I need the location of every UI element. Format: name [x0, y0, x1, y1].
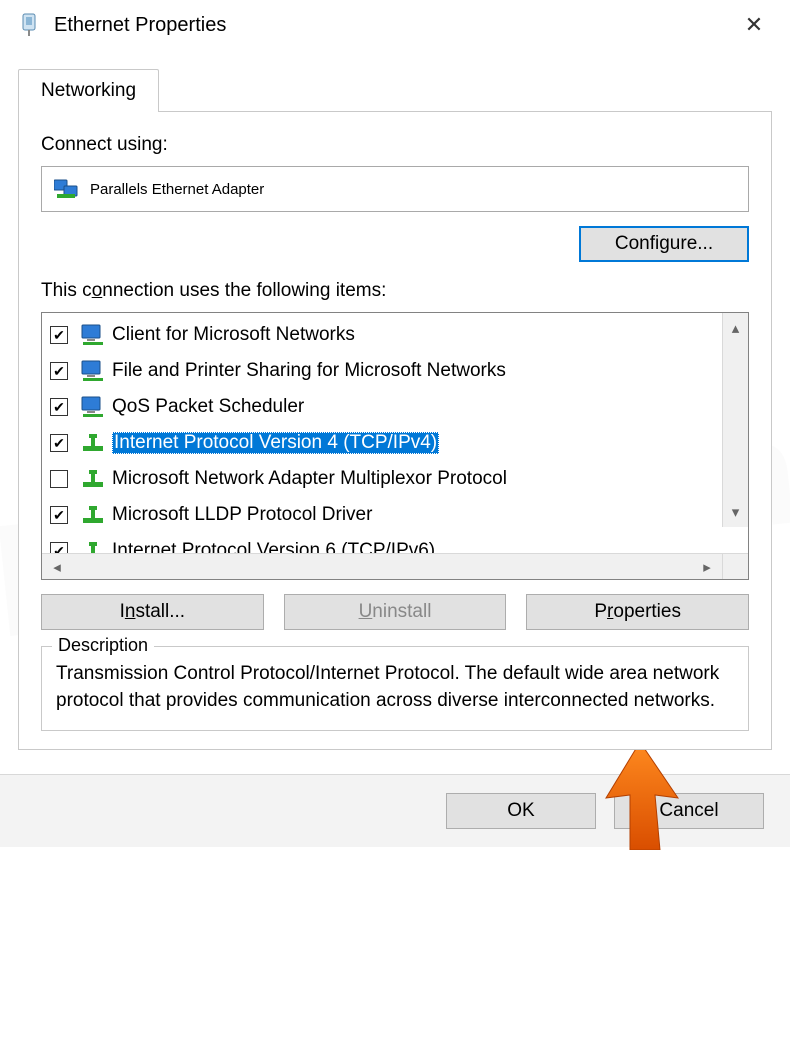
protocol-icon [80, 539, 106, 553]
list-item-label: Microsoft LLDP Protocol Driver [112, 504, 372, 526]
protocol-icon [80, 503, 106, 527]
scroll-left-icon[interactable]: ◂ [42, 554, 72, 579]
description-text: Transmission Control Protocol/Internet P… [56, 661, 734, 714]
checkbox[interactable] [50, 398, 68, 416]
list-item-label: File and Printer Sharing for Microsoft N… [112, 360, 506, 382]
scroll-right-icon[interactable]: ▸ [692, 554, 722, 579]
adapter-icon [54, 177, 80, 201]
monitor-icon [80, 395, 106, 419]
monitor-icon [80, 323, 106, 347]
list-item[interactable]: File and Printer Sharing for Microsoft N… [48, 353, 748, 389]
items-list[interactable]: Client for Microsoft Networks File and Pr… [41, 312, 749, 580]
horizontal-scrollbar[interactable]: ◂ ▸ [42, 553, 748, 579]
adapter-name: Parallels Ethernet Adapter [90, 181, 264, 198]
list-item[interactable]: Client for Microsoft Networks [48, 317, 748, 353]
tab-panel-networking: Connect using: Parallels Ethernet Adapte… [18, 111, 772, 750]
monitor-icon [80, 359, 106, 383]
ethernet-icon [18, 11, 40, 39]
ok-button[interactable]: OK [446, 793, 596, 829]
install-button[interactable]: Install... [41, 594, 264, 630]
checkbox[interactable] [50, 434, 68, 452]
items-list-label: This connection uses the following items… [41, 280, 749, 302]
vertical-scrollbar[interactable]: ▴ ▾ [722, 313, 748, 527]
list-item[interactable]: Internet Protocol Version 6 (TCP/IPv6) [48, 533, 748, 553]
list-item[interactable]: QoS Packet Scheduler [48, 389, 748, 425]
configure-button-label: Configure... [615, 233, 713, 254]
titlebar: Ethernet Properties ✕ [0, 0, 790, 48]
list-item-label: Internet Protocol Version 4 (TCP/IPv4) [112, 432, 439, 454]
description-group: Description Transmission Control Protoco… [41, 646, 749, 731]
close-icon[interactable]: ✕ [734, 12, 774, 38]
protocol-icon [80, 431, 106, 455]
uninstall-button: Uninstall [284, 594, 507, 630]
adapter-field[interactable]: Parallels Ethernet Adapter [41, 166, 749, 212]
description-legend: Description [52, 635, 154, 656]
list-item-label: Internet Protocol Version 6 (TCP/IPv6) [112, 540, 435, 553]
cancel-button[interactable]: Cancel [614, 793, 764, 829]
list-item-label: QoS Packet Scheduler [112, 396, 304, 418]
list-item[interactable]: Microsoft Network Adapter Multiplexor Pr… [48, 461, 748, 497]
checkbox[interactable] [50, 506, 68, 524]
checkbox[interactable] [50, 362, 68, 380]
tab-networking[interactable]: Networking [18, 69, 159, 112]
scroll-up-icon[interactable]: ▴ [723, 313, 748, 343]
checkbox[interactable] [50, 470, 68, 488]
properties-button[interactable]: Properties [526, 594, 749, 630]
list-item-label: Client for Microsoft Networks [112, 324, 355, 346]
checkbox[interactable] [50, 542, 68, 553]
configure-button[interactable]: Configure... [579, 226, 749, 262]
checkbox[interactable] [50, 326, 68, 344]
protocol-icon [80, 467, 106, 491]
window-title: Ethernet Properties [54, 14, 734, 37]
list-item-label: Microsoft Network Adapter Multiplexor Pr… [112, 468, 507, 490]
dialog-footer: OK Cancel [0, 774, 790, 847]
list-item[interactable]: Microsoft LLDP Protocol Driver [48, 497, 748, 533]
list-item[interactable]: Internet Protocol Version 4 (TCP/IPv4) [48, 425, 748, 461]
connect-using-label: Connect using: [41, 134, 749, 156]
scroll-down-icon[interactable]: ▾ [723, 497, 748, 527]
